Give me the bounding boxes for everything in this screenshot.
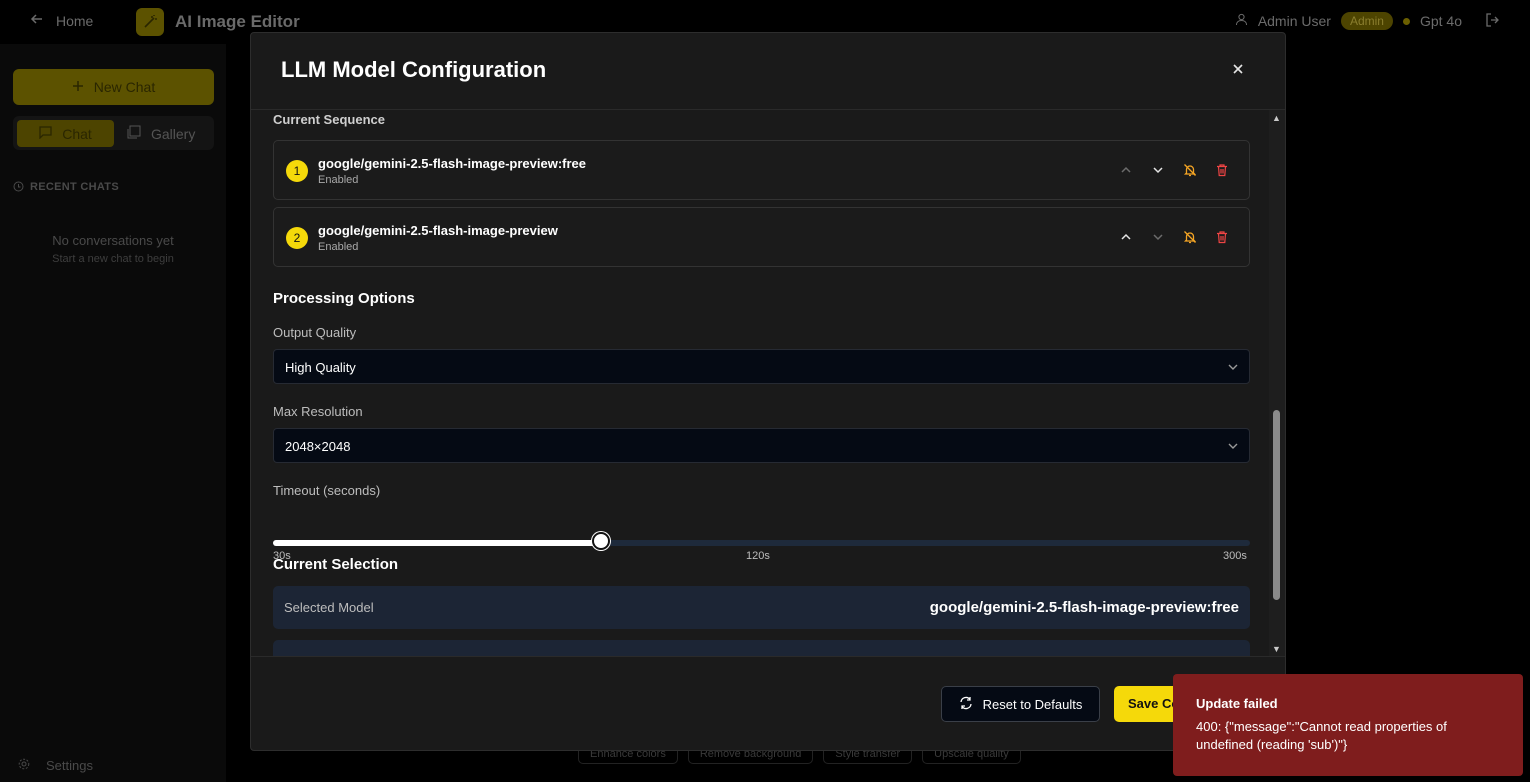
chevron-down-icon [1153,234,1163,241]
timeout-slider[interactable] [273,532,1250,550]
sequence-index-badge: 2 [286,227,308,249]
settings-label: Settings [46,758,93,773]
close-icon [1233,64,1243,74]
llm-config-modal: LLM Model Configuration Current Sequence… [250,32,1286,751]
sequence-model-name: google/gemini-2.5-flash-image-preview:fr… [318,156,587,171]
user-icon [1235,13,1248,29]
home-link[interactable]: Home [30,12,93,29]
move-up-button[interactable] [1117,228,1135,246]
chevron-up-icon [1121,233,1131,240]
scroll-down-icon[interactable]: ▼ [1272,644,1281,654]
plus-icon [72,79,84,95]
bell-off-icon [1183,231,1197,244]
bell-off-icon [1183,164,1197,177]
max-resolution-label: Max Resolution [273,404,363,419]
settings-link[interactable]: Settings [18,758,93,773]
wand-logo-icon [136,8,164,36]
sequence-status: Enabled [318,241,359,253]
sequence-model-name: google/gemini-2.5-flash-image-preview [318,223,558,238]
chevron-up-icon [1121,166,1131,173]
modal-scrollbar[interactable]: ▲ ▼ [1269,110,1285,656]
delete-button[interactable] [1213,161,1231,179]
error-toast: Update failed 400: {"message":"Cannot re… [1173,674,1523,776]
toast-message: 400: {"message":"Cannot read properties … [1196,719,1447,752]
scrollbar-thumb[interactable] [1273,410,1280,600]
logout-icon[interactable] [1486,12,1500,30]
tab-gallery[interactable]: Gallery [127,120,195,147]
reset-defaults-label: Reset to Defaults [982,696,1083,712]
sidebar: New Chat Chat Gallery RECENT CHATS No co… [0,44,226,782]
move-up-button[interactable] [1117,161,1135,179]
empty-state-title: No conversations yet [52,233,174,248]
tab-chat[interactable]: Chat [17,120,114,147]
timeout-slider-thumb[interactable] [592,532,611,550]
new-chat-label: New Chat [93,79,156,95]
sequence-actions [1117,161,1231,179]
scroll-up-icon[interactable]: ▲ [1272,113,1281,123]
message-icon [39,125,52,142]
tab-gallery-label: Gallery [151,125,196,142]
timeout-label: Timeout (seconds) [273,483,381,498]
toast-title: Update failed [1196,696,1278,711]
chevron-down-icon [1227,360,1239,378]
output-quality-value: High Quality [285,360,356,375]
sequence-actions [1117,228,1231,246]
recent-chats-label: RECENT CHATS [13,181,119,195]
app-title: AI Image Editor [175,12,300,31]
images-icon [127,125,141,142]
sequence-index-badge: 1 [286,160,308,182]
trash-icon [1217,231,1227,244]
sequence-item: 1 google/gemini-2.5-flash-image-preview:… [273,140,1250,200]
user-area: Admin User Admin Gpt 4o [1235,12,1500,30]
new-chat-button[interactable]: New Chat [13,69,214,105]
model-indicator: Gpt 4o [1419,13,1462,29]
modal-title: LLM Model Configuration [281,57,547,82]
move-down-button[interactable] [1149,161,1167,179]
current-sequence-label: Current Sequence [273,112,385,127]
reset-defaults-button[interactable]: Reset to Defaults [941,686,1100,722]
move-down-button[interactable] [1149,228,1167,246]
empty-state-subtitle: Start a new chat to begin [52,253,174,265]
modal-footer: Reset to Defaults Save Configuration [251,656,1285,752]
modal-body: Current Sequence 1 google/gemini-2.5-fla… [251,110,1271,656]
sequence-item: 2 google/gemini-2.5-flash-image-preview … [273,207,1250,267]
refresh-icon [959,696,973,713]
chevron-down-icon [1153,167,1163,174]
chevron-down-icon [1227,439,1239,457]
timeout-max-label: 300s [1223,550,1247,562]
disable-button[interactable] [1181,228,1199,246]
trash-icon [1217,164,1227,177]
sidebar-tabs: Chat Gallery [13,116,214,150]
user-name: Admin User [1257,13,1331,29]
selected-model-label: Selected Model [284,600,374,615]
modal-header: LLM Model Configuration [251,33,1285,110]
output-quality-select[interactable]: High Quality [273,349,1250,384]
recent-chats-text: RECENT CHATS [30,181,119,193]
arrow-left-icon [30,12,44,29]
current-selection-heading: Current Selection [273,556,399,573]
selection-detail-row [273,640,1250,656]
status-dot [1402,17,1410,25]
selected-model-row: Selected Model google/gemini-2.5-flash-i… [273,586,1250,629]
timeout-mid-label: 120s [746,550,770,562]
output-quality-label: Output Quality [273,325,357,340]
home-label: Home [56,12,94,29]
max-resolution-select[interactable]: 2048×2048 [273,428,1250,463]
gear-icon [18,758,30,773]
disable-button[interactable] [1181,161,1199,179]
timeout-slider-fill [273,540,602,546]
sequence-status: Enabled [318,174,359,186]
max-resolution-value: 2048×2048 [285,439,351,454]
clock-icon [13,181,24,195]
processing-options-heading: Processing Options [273,290,415,307]
selected-model-value: google/gemini-2.5-flash-image-preview:fr… [929,599,1239,616]
tab-chat-label: Chat [62,125,92,142]
delete-button[interactable] [1213,228,1231,246]
role-badge: Admin [1340,12,1393,30]
close-button[interactable] [1229,61,1247,79]
